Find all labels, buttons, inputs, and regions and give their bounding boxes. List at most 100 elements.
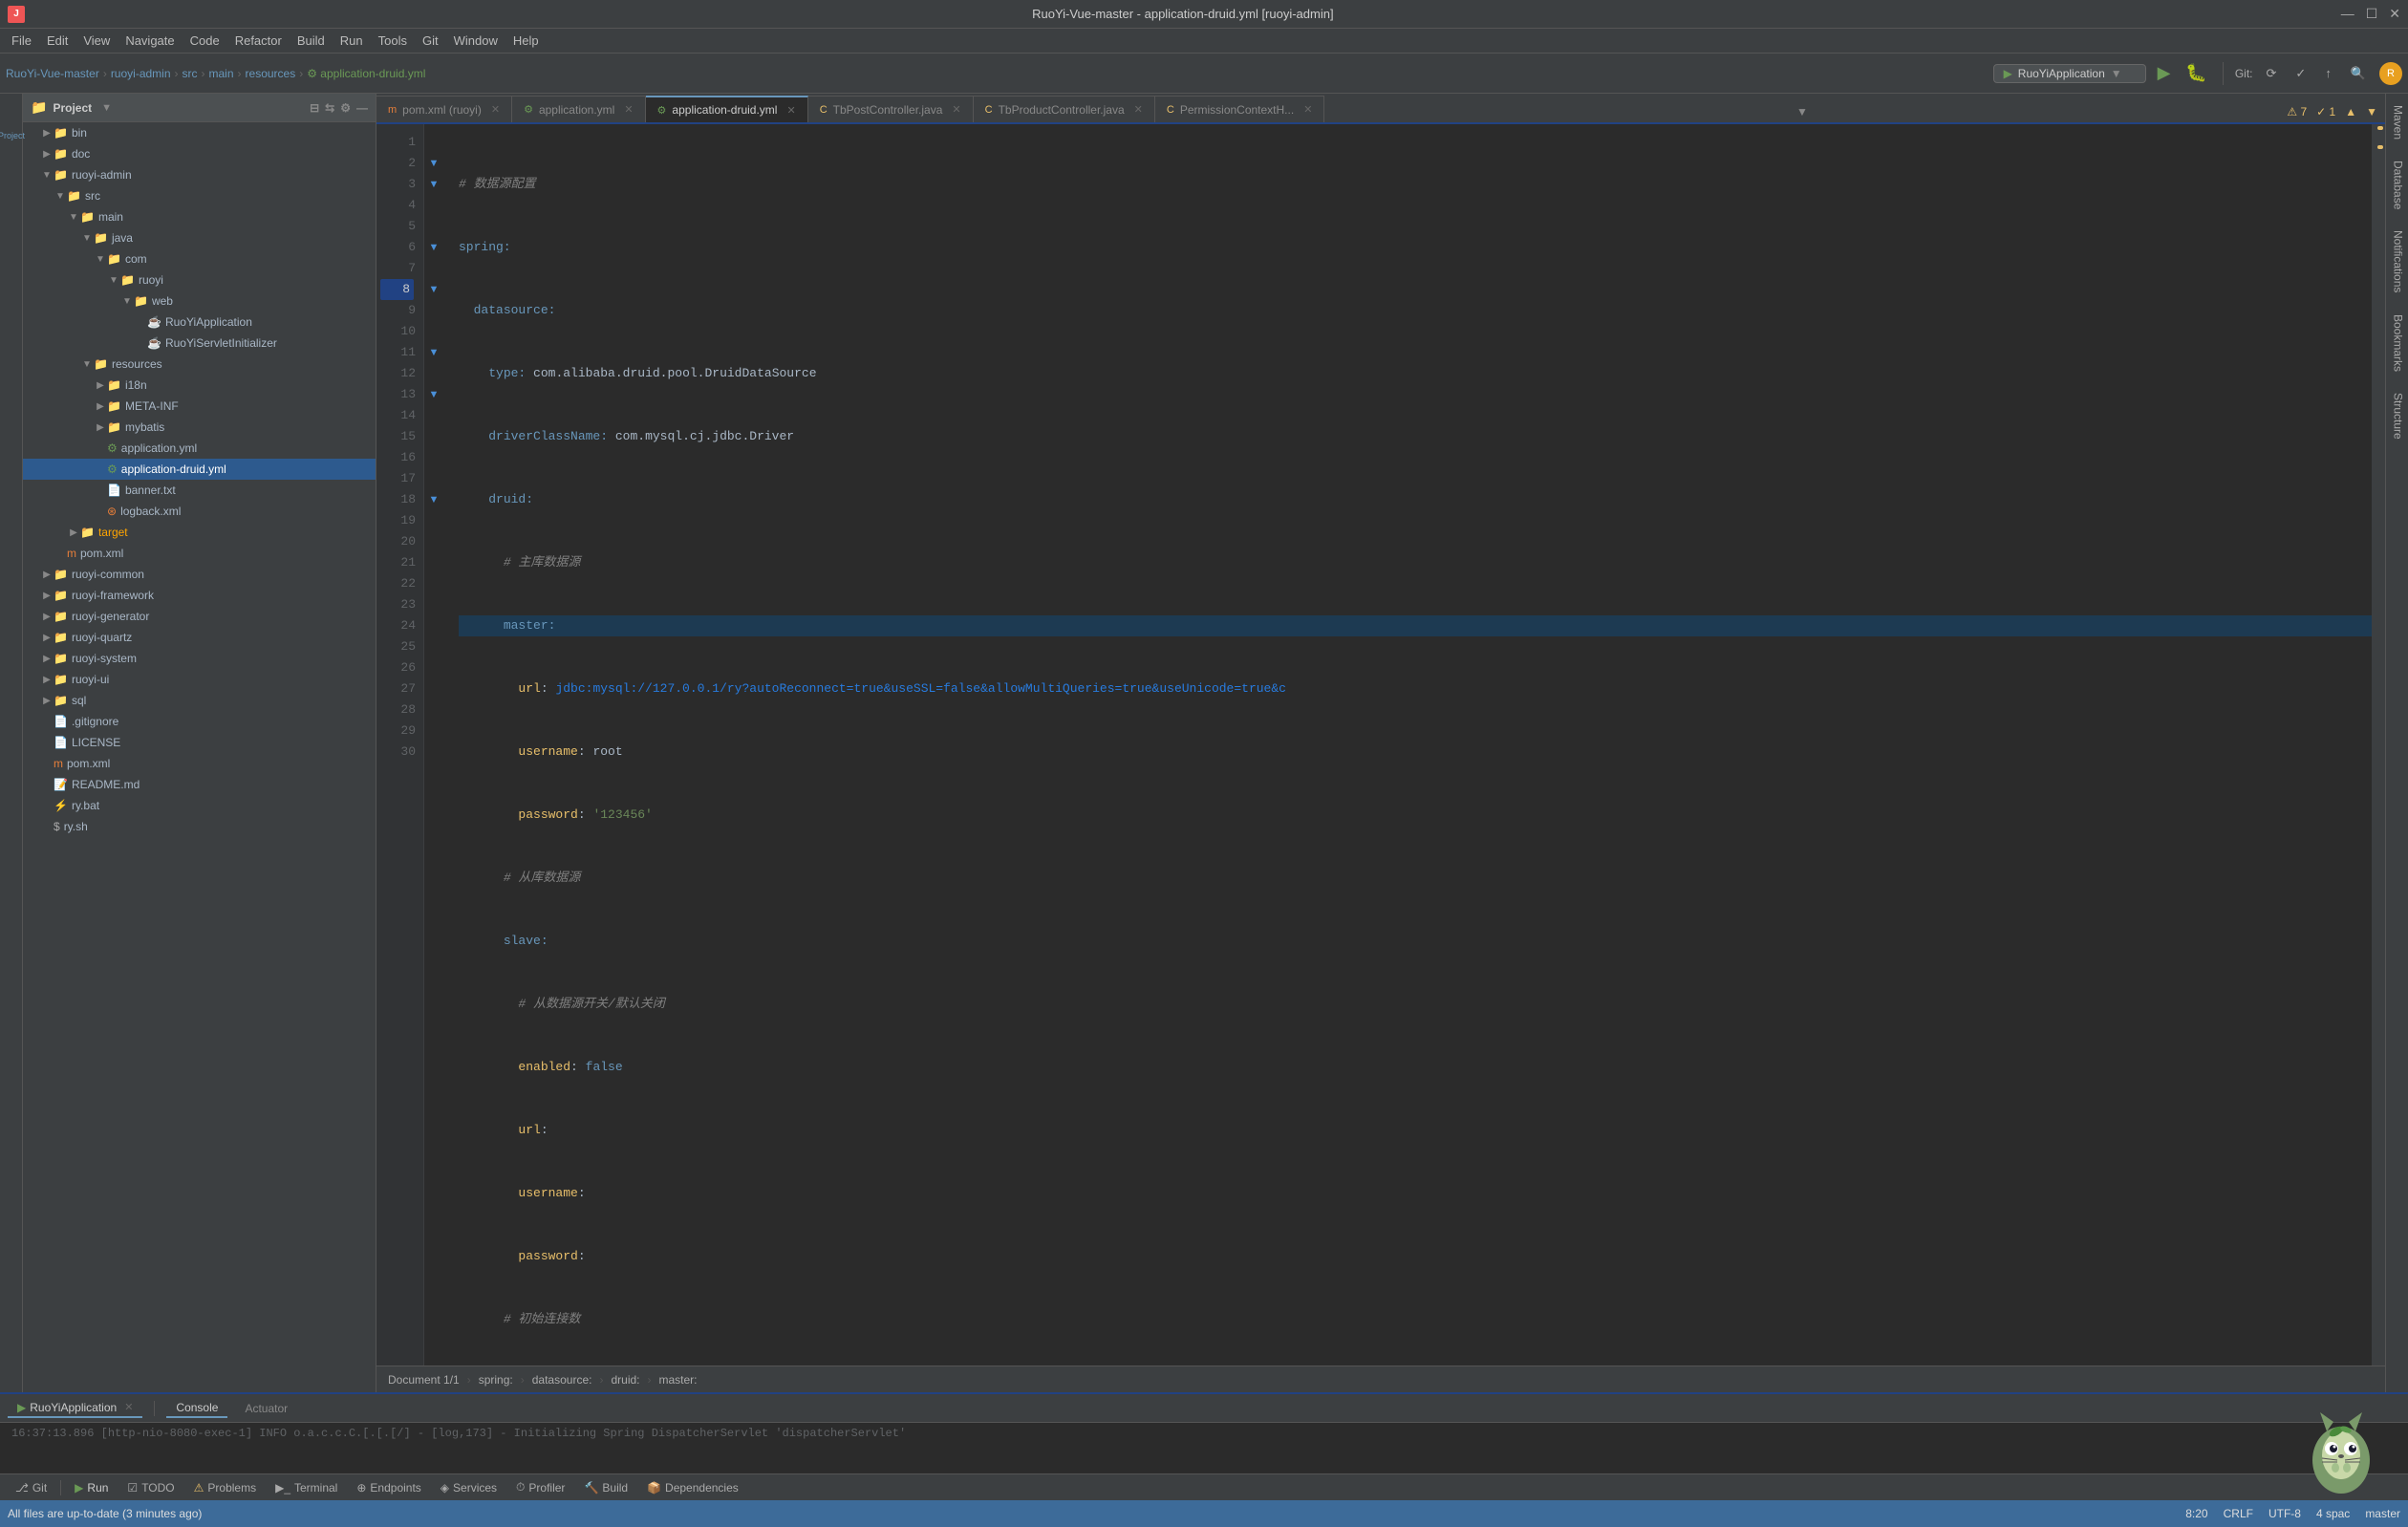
tree-item-ruoyi-system[interactable]: ▶ 📁 ruoyi-system xyxy=(23,648,376,669)
toolbar-terminal[interactable]: ▶_ Terminal xyxy=(268,1479,345,1496)
tree-item-pom-root[interactable]: ▶ m pom.xml xyxy=(23,753,376,774)
tree-item-logback[interactable]: ▶ ⊛ logback.xml xyxy=(23,501,376,522)
toolbar-run[interactable]: ▶ Run xyxy=(67,1479,116,1496)
tree-item-license[interactable]: ▶ 📄 LICENSE xyxy=(23,732,376,753)
tree-item-application-yml[interactable]: ▶ ⚙ application.yml xyxy=(23,438,376,459)
tree-item-doc[interactable]: ▶ 📁 doc xyxy=(23,143,376,164)
toolbar-build[interactable]: 🔨 Build xyxy=(576,1479,635,1496)
tree-item-web[interactable]: ▼ 📁 web xyxy=(23,290,376,312)
tab-overflow-button[interactable]: ▼ xyxy=(1789,101,1816,122)
breadcrumb-resources[interactable]: resources xyxy=(246,67,296,80)
run-tab-close[interactable]: ✕ xyxy=(124,1401,133,1413)
tab-application-yml[interactable]: ⚙ application.yml ✕ xyxy=(512,96,645,122)
breadcrumb-main[interactable]: main xyxy=(209,67,234,80)
warnings-indicator[interactable]: ⚠ 7 ✓ 1 ▲ ▼ xyxy=(2279,101,2385,122)
menu-edit[interactable]: Edit xyxy=(39,32,75,50)
maximize-button[interactable]: ☐ xyxy=(2366,6,2378,22)
tree-item-bin[interactable]: ▶ 📁 bin xyxy=(23,122,376,143)
search-everywhere-button[interactable]: 🔍 xyxy=(2345,62,2372,85)
debug-button[interactable]: 🐛 xyxy=(2182,61,2210,85)
tree-item-pom-admin[interactable]: ▶ m pom.xml xyxy=(23,543,376,564)
toolbar-dependencies[interactable]: 📦 Dependencies xyxy=(639,1479,746,1496)
bottom-tab-console[interactable]: Console xyxy=(166,1399,227,1418)
status-branch[interactable]: master xyxy=(2365,1507,2400,1520)
breadcrumb-src[interactable]: src xyxy=(183,67,198,80)
tree-item-main[interactable]: ▼ 📁 main xyxy=(23,206,376,227)
tree-item-ruoyi-ui[interactable]: ▶ 📁 ruoyi-ui xyxy=(23,669,376,690)
tree-item-ruoyi-generator[interactable]: ▶ 📁 ruoyi-generator xyxy=(23,606,376,627)
code-editor[interactable]: # 数据源配置 spring: datasource: type: com.al… xyxy=(443,124,2372,1366)
sidebar-database[interactable]: Database xyxy=(2388,153,2407,217)
tree-item-gitignore[interactable]: ▶ 📄 .gitignore xyxy=(23,711,376,732)
sidebar-notifications[interactable]: Notifications xyxy=(2388,223,2407,300)
tree-item-ry-bat[interactable]: ▶ ⚡ ry.bat xyxy=(23,795,376,816)
minimize-button[interactable]: — xyxy=(2341,6,2354,22)
tree-item-ruoyi[interactable]: ▼ 📁 ruoyi xyxy=(23,269,376,290)
breadcrumb-file[interactable]: ⚙ application-druid.yml xyxy=(307,67,425,80)
menu-refactor[interactable]: Refactor xyxy=(227,32,290,50)
run-config-selector[interactable]: ▶ RuoYiApplication ▼ xyxy=(1993,64,2146,83)
toolbar-todo[interactable]: ☑ TODO xyxy=(119,1479,182,1496)
breadcrumb-master[interactable]: master: xyxy=(659,1373,698,1387)
tab-close-tbpost[interactable]: ✕ xyxy=(952,103,960,116)
project-icon[interactable]: Project xyxy=(0,124,50,147)
tree-item-com[interactable]: ▼ 📁 com xyxy=(23,248,376,269)
tree-item-banner[interactable]: ▶ 📄 banner.txt xyxy=(23,480,376,501)
tree-item-src[interactable]: ▼ 📁 src xyxy=(23,185,376,206)
tree-item-sql[interactable]: ▶ 📁 sql xyxy=(23,690,376,711)
menu-build[interactable]: Build xyxy=(290,32,333,50)
toolbar-git[interactable]: ⎇ Git xyxy=(8,1479,54,1496)
tree-item-ruoyi-quartz[interactable]: ▶ 📁 ruoyi-quartz xyxy=(23,627,376,648)
tree-item-application-druid-yml[interactable]: ▶ ⚙ application-druid.yml xyxy=(23,459,376,480)
tree-item-ruoyi-framework[interactable]: ▶ 📁 ruoyi-framework xyxy=(23,585,376,606)
menu-file[interactable]: File xyxy=(4,32,39,50)
menu-help[interactable]: Help xyxy=(505,32,547,50)
tree-item-mybatis[interactable]: ▶ 📁 mybatis xyxy=(23,417,376,438)
tab-close-tbproduct[interactable]: ✕ xyxy=(1134,103,1143,116)
toggle-panel-icon[interactable]: ⇆ xyxy=(325,101,334,115)
status-charset[interactable]: UTF-8 xyxy=(2268,1507,2301,1520)
bottom-tab-run[interactable]: ▶ RuoYiApplication ✕ xyxy=(8,1399,142,1418)
tab-close-app-yml[interactable]: ✕ xyxy=(624,103,633,116)
menu-navigate[interactable]: Navigate xyxy=(118,32,182,50)
tab-pom-xml[interactable]: m pom.xml (ruoyi) ✕ xyxy=(376,96,512,122)
close-button[interactable]: ✕ xyxy=(2389,6,2400,22)
settings-icon[interactable]: ⚙ xyxy=(340,101,351,115)
tab-close-druid-yml[interactable]: ✕ xyxy=(786,104,795,117)
tree-item-target[interactable]: ▶ 📁 target xyxy=(23,522,376,543)
menu-tools[interactable]: Tools xyxy=(371,32,415,50)
git-update-button[interactable]: ⟳ xyxy=(2261,62,2283,85)
tree-item-ruoyiapp[interactable]: ▶ ☕ RuoYiApplication xyxy=(23,312,376,333)
menu-view[interactable]: View xyxy=(75,32,118,50)
tree-item-ruoyi-admin[interactable]: ▼ 📁 ruoyi-admin xyxy=(23,164,376,185)
tree-item-i18n[interactable]: ▶ 📁 i18n xyxy=(23,375,376,396)
sidebar-maven[interactable]: Maven xyxy=(2388,97,2407,147)
tree-item-ruoyi-common[interactable]: ▶ 📁 ruoyi-common xyxy=(23,564,376,585)
menu-run[interactable]: Run xyxy=(333,32,371,50)
tab-application-druid-yml[interactable]: ⚙ application-druid.yml ✕ xyxy=(646,96,808,122)
run-button[interactable]: ▶ xyxy=(2154,61,2175,85)
git-commit-button[interactable]: ✓ xyxy=(2290,62,2311,85)
status-crlf[interactable]: CRLF xyxy=(2224,1507,2253,1520)
tab-permission-context[interactable]: C PermissionContextH... ✕ xyxy=(1155,96,1325,122)
tree-item-ry-sh[interactable]: ▶ $ ry.sh xyxy=(23,816,376,837)
bottom-tab-actuator[interactable]: Actuator xyxy=(235,1400,297,1417)
breadcrumb-spring[interactable]: spring: xyxy=(479,1373,513,1387)
status-indent[interactable]: 4 spac xyxy=(2316,1507,2350,1520)
menu-code[interactable]: Code xyxy=(183,32,227,50)
tab-tbproduct-controller[interactable]: C TbProductController.java ✕ xyxy=(974,96,1155,122)
editor-scrollbar[interactable] xyxy=(2372,124,2385,1366)
toolbar-services[interactable]: ◈ Services xyxy=(433,1479,505,1496)
git-push-button[interactable]: ↑ xyxy=(2319,62,2337,84)
tree-item-java[interactable]: ▼ 📁 java xyxy=(23,227,376,248)
toolbar-problems[interactable]: ⚠ Problems xyxy=(186,1479,264,1496)
sidebar-structure[interactable]: Structure xyxy=(2388,385,2407,447)
toolbar-endpoints[interactable]: ⊕ Endpoints xyxy=(349,1479,428,1496)
breadcrumb-project[interactable]: RuoYi-Vue-master xyxy=(6,67,99,80)
tab-tbpost-controller[interactable]: C TbPostController.java ✕ xyxy=(808,96,974,122)
sidebar-bookmarks[interactable]: Bookmarks xyxy=(2388,307,2407,379)
tree-item-readme[interactable]: ▶ 📝 README.md xyxy=(23,774,376,795)
tree-item-metainf[interactable]: ▶ 📁 META-INF xyxy=(23,396,376,417)
menu-git[interactable]: Git xyxy=(415,32,446,50)
collapse-all-icon[interactable]: ⊟ xyxy=(310,101,319,115)
